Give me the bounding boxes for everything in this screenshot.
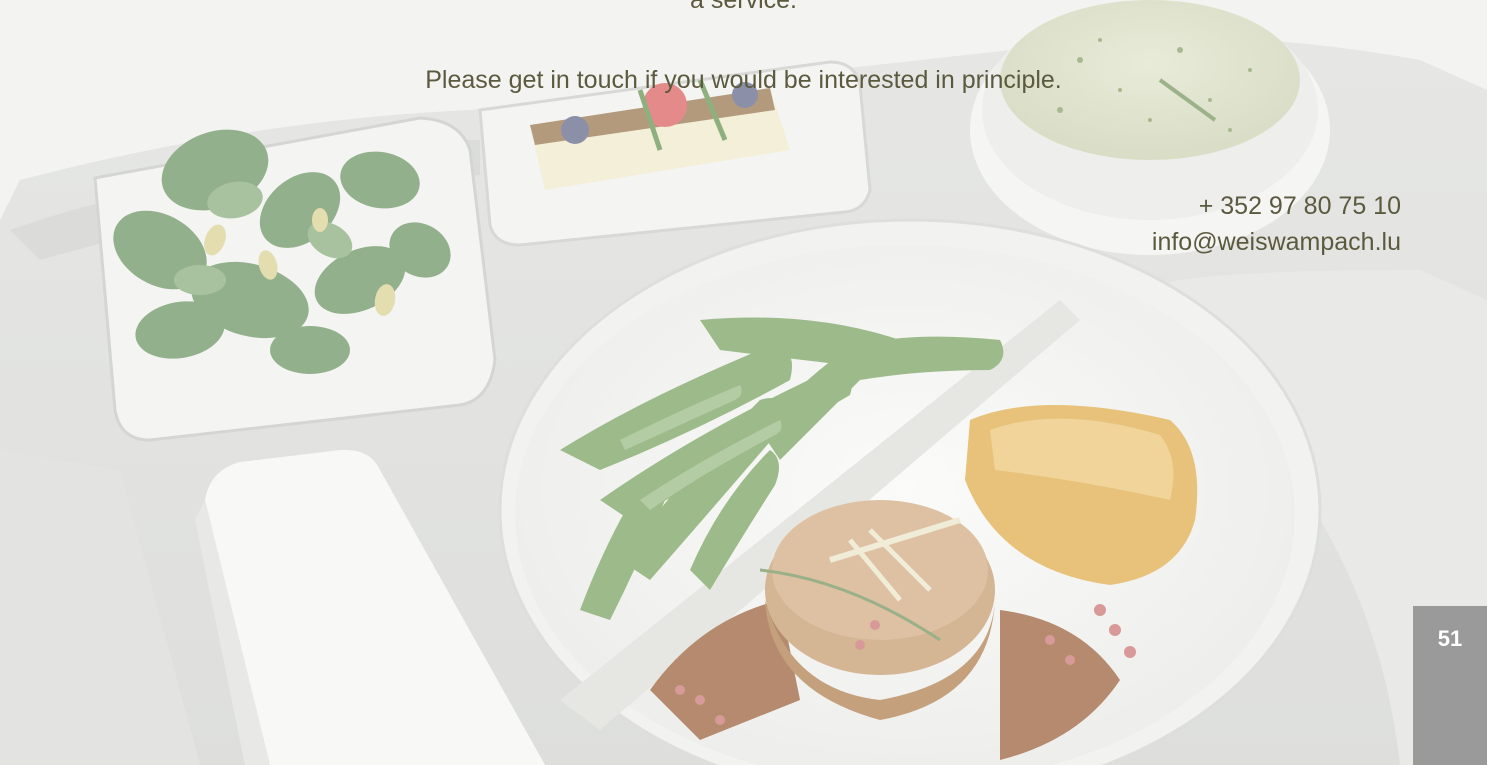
meal-tray-photo [0,0,1487,765]
page-number: 51 [1437,626,1463,651]
contact-request-text: Please get in touch if you would be inte… [425,66,1062,94]
page-number-tab: 51 [1413,606,1487,765]
main-plate [498,218,1322,765]
phone-number: + 352 97 80 75 10 [1198,192,1401,220]
contact-block: + 352 97 80 75 10 info@weiswampach.lu [1152,188,1401,260]
intro-text-tail: a service. [690,0,797,14]
email-link[interactable]: info@weiswampach.lu [1152,224,1401,260]
